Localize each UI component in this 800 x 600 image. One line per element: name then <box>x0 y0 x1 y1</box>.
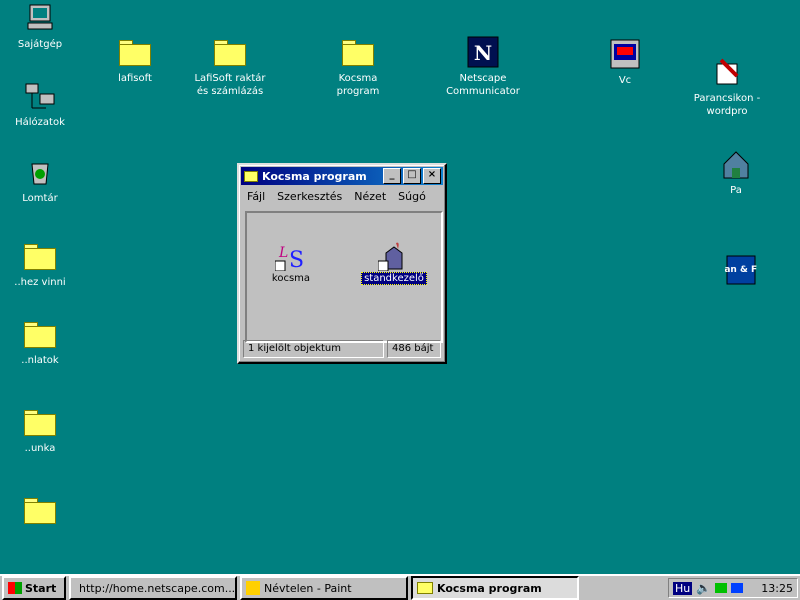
standkezelo-shortcut-icon <box>378 242 403 271</box>
computer-icon <box>27 4 53 30</box>
file-item-standkezelo[interactable]: standkezelő <box>359 239 429 285</box>
window-title: Kocsma program <box>262 169 367 183</box>
windows-logo-icon <box>8 582 22 594</box>
network-tray-icon[interactable] <box>715 583 728 593</box>
task-label: Kocsma program <box>437 581 542 595</box>
svg-text:N: N <box>474 41 492 65</box>
monitor-tray-icon[interactable] <box>731 583 744 593</box>
recycle-bin-icon <box>31 163 49 185</box>
house-icon <box>723 151 749 179</box>
system-tray: Hu 🔈 13:25 <box>668 578 798 598</box>
desktop-icon-wordpro[interactable]: Parancsikon - wordpro <box>682 56 772 118</box>
task-kocsma[interactable]: Kocsma program <box>411 576 579 600</box>
task-label: http://home.netscape.com... <box>79 581 236 595</box>
folder-icon <box>24 410 56 436</box>
minimize-button[interactable]: _ <box>383 168 401 184</box>
desktop-icon-my-computer[interactable]: Sajátgép <box>0 2 85 51</box>
desktop-icon-label: ..nlatok <box>21 355 59 366</box>
desktop-icon-netscape[interactable]: N Netscape Communicator <box>438 36 528 98</box>
desktop-icon-label: Sajátgép <box>17 39 63 50</box>
desktop-icon-label: Netscape Communicator <box>446 73 520 97</box>
desktop-icon-label: lafisoft <box>118 73 152 84</box>
close-button[interactable]: × <box>423 168 441 184</box>
desktop-icon-label: Pa <box>730 185 742 196</box>
desktop-icon-lafisoft[interactable]: lafisoft <box>90 36 180 85</box>
svg-text:L: L <box>278 245 288 261</box>
folder-icon <box>214 40 246 66</box>
svg-text:S: S <box>289 248 304 271</box>
menu-help[interactable]: Súgó <box>398 190 426 203</box>
svg-text:Scan & Fun: Scan & Fun <box>725 265 757 275</box>
desktop-icon-vc[interactable]: Vc <box>580 38 670 87</box>
desktop-icon-label: ..unka <box>24 443 56 454</box>
desktop-icon-folder-4[interactable] <box>0 494 85 530</box>
status-size: 486 bájt <box>387 340 441 358</box>
folder-icon <box>417 582 433 594</box>
desktop-icon-label: Hálózatok <box>15 117 65 128</box>
explorer-window[interactable]: Kocsma program _ □ × Fájl Szerkesztés Né… <box>237 163 447 364</box>
speaker-icon[interactable]: 🔈 <box>696 581 711 595</box>
desktop-icon-label: Parancsikon - wordpro <box>693 93 761 117</box>
desktop-icon-network[interactable]: Hálózatok <box>0 80 85 129</box>
wordpro-icon <box>716 58 739 85</box>
file-label: standkezelő <box>361 272 427 285</box>
folder-icon <box>24 498 56 524</box>
task-netscape[interactable]: http://home.netscape.com... <box>69 576 237 600</box>
window-content: LS kocsma standkezelő <box>245 211 443 343</box>
folder-icon <box>24 322 56 348</box>
file-item-kocsma[interactable]: LS kocsma <box>261 239 321 284</box>
folder-icon <box>342 40 374 66</box>
language-indicator[interactable]: Hu <box>673 581 693 595</box>
folder-icon <box>244 170 258 182</box>
desktop-icon-folder-1[interactable]: ..hez vinni <box>0 240 85 289</box>
maximize-button[interactable]: □ <box>403 168 421 184</box>
desktop-icon-folder-3[interactable]: ..unka <box>0 406 85 455</box>
network-icon <box>25 83 55 109</box>
menu-edit[interactable]: Szerkesztés <box>277 190 342 203</box>
file-label: kocsma <box>271 273 311 284</box>
desktop-icon-kocsma-program[interactable]: Kocsma program <box>313 36 403 98</box>
desktop-icon-label: Kocsma program <box>336 73 380 97</box>
scan-fun-icon: Scan & Fun <box>725 255 757 285</box>
desktop-icon-folder-2[interactable]: ..nlatok <box>0 318 85 367</box>
task-label: Névtelen - Paint <box>264 581 352 595</box>
desktop-icon-label: Lomtár <box>22 193 58 204</box>
folder-icon <box>119 40 151 66</box>
status-selection: 1 kijelölt objektum <box>243 340 384 358</box>
desktop-icon-pa[interactable]: Pa <box>691 148 781 197</box>
desktop-icon-scan-fun[interactable]: Scan & Fun <box>696 254 786 290</box>
paint-icon <box>246 581 260 595</box>
menu-file[interactable]: Fájl <box>247 190 265 203</box>
folder-icon <box>24 244 56 270</box>
kocsma-shortcut-icon: LS <box>275 245 304 271</box>
app-icon <box>610 39 640 69</box>
netscape-icon: N <box>467 36 499 68</box>
desktop-icon-recycle-bin[interactable]: Lomtár <box>0 156 85 205</box>
taskbar: Start http://home.netscape.com... Névtel… <box>0 574 800 600</box>
task-paint[interactable]: Névtelen - Paint <box>240 576 408 600</box>
status-bar: 1 kijelölt objektum 486 bájt <box>243 340 441 358</box>
desktop-icon-label: Vc <box>618 75 632 86</box>
menu-view[interactable]: Nézet <box>354 190 386 203</box>
desktop-icon-label: ..hez vinni <box>14 277 66 288</box>
clock[interactable]: 13:25 <box>761 582 793 595</box>
desktop-icon-label: LafiSoft raktár és számlázás <box>194 73 266 97</box>
menu-bar: Fájl Szerkesztés Nézet Súgó <box>239 187 445 206</box>
desktop-icon-lafisoft-raktar[interactable]: LafiSoft raktár és számlázás <box>185 36 275 98</box>
window-titlebar[interactable]: Kocsma program _ □ × <box>241 167 443 185</box>
start-label: Start <box>25 581 57 595</box>
start-button[interactable]: Start <box>2 576 66 600</box>
